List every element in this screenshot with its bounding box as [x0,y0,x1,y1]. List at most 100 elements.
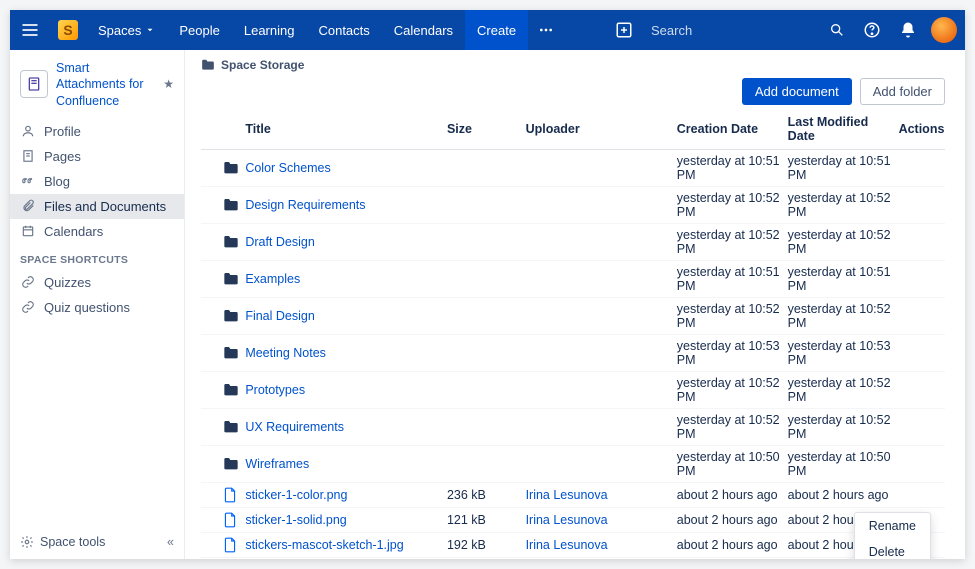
row-modified: yesterday at 10:50 PM [784,446,895,483]
nav-learning[interactable]: Learning [232,10,307,50]
file-table: Title Size Uploader Creation Date Last M… [201,109,945,559]
sidebar-item-label: Blog [44,174,70,189]
shortcut-quizzes[interactable]: Quizzes [10,270,184,295]
file-row[interactable]: sticker-1-solid.png121 kBIrina Lesunovaa… [201,508,945,533]
context-menu-delete[interactable]: Delete [855,539,930,559]
nav-contacts[interactable]: Contacts [306,10,381,50]
link-icon [20,300,36,314]
folder-icon [223,272,237,286]
breadcrumb[interactable]: Space Storage [201,58,945,72]
star-icon[interactable]: ★ [163,77,174,91]
sidebar-item-label: Profile [44,124,81,139]
space-header[interactable]: Smart Attachments for Confluence ★ [10,50,184,119]
row-created: yesterday at 10:52 PM [673,187,784,224]
row-size [443,150,522,187]
col-actions: Actions [895,109,945,150]
folder-icon [223,309,237,323]
file-row[interactable]: sticker-1-color.png236 kBIrina Lesunovaa… [201,483,945,508]
folder-icon [223,457,237,471]
row-uploader[interactable]: Irina Lesunova [526,513,608,527]
help-icon[interactable] [855,13,889,47]
folder-icon [223,420,237,434]
col-title[interactable]: Title [241,109,443,150]
folder-row[interactable]: Prototypesyesterday at 10:52 PMyesterday… [201,372,945,409]
col-modified[interactable]: Last Modified Date [784,109,895,150]
row-created: yesterday at 10:50 PM [673,446,784,483]
row-title[interactable]: sticker-1-color.png [245,488,347,502]
row-created: yesterday at 10:52 PM [673,372,784,409]
row-size [443,224,522,261]
folder-row[interactable]: Final Designyesterday at 10:52 PMyesterd… [201,298,945,335]
folder-row[interactable]: Design Requirements yesterday at 10:52 PM… [201,187,945,224]
add-folder-button[interactable]: Add folder [860,78,945,105]
folder-row[interactable]: Meeting Notesyesterday at 10:53 PMyester… [201,335,945,372]
pages-icon [20,149,36,163]
sidebar-item-files-and-documents[interactable]: Files and Documents [10,194,184,219]
create-button[interactable]: Create [465,10,528,50]
col-created[interactable]: Creation Date [673,109,784,150]
notifications-icon[interactable] [891,13,925,47]
sidebar-item-calendars[interactable]: Calendars [10,219,184,244]
product-logo[interactable]: S [56,18,80,42]
sidebar-item-blog[interactable]: Blog [10,169,184,194]
sidebar-item-pages[interactable]: Pages [10,144,184,169]
row-size [443,187,522,224]
gear-icon [20,535,34,549]
nav-calendars[interactable]: Calendars [382,10,465,50]
row-size: 192 kB [443,533,522,558]
row-created: about 2 hours ago [673,483,784,508]
content-area: Space Storage Add document Add folder Ti… [185,50,965,559]
sidebar-item-label: Files and Documents [44,199,166,214]
row-title[interactable]: Prototypes [245,383,305,397]
row-title[interactable]: Examples [245,272,300,286]
row-title[interactable]: Color Schemes [245,161,330,175]
search-icon[interactable] [829,22,845,38]
col-size[interactable]: Size [443,109,522,150]
folder-row[interactable]: Examplesyesterday at 10:51 PMyesterday a… [201,261,945,298]
nav-spaces[interactable]: Spaces [86,10,167,50]
add-document-button[interactable]: Add document [742,78,852,105]
file-row[interactable]: stickers-mascot-sketch-1.jpg 192 kB Irina … [201,533,945,558]
sidebar-item-profile[interactable]: Profile [10,119,184,144]
collapse-sidebar-icon[interactable]: « [167,535,174,549]
row-created: yesterday at 10:51 PM [673,150,784,187]
row-modified: yesterday at 10:53 PM [784,335,895,372]
row-uploader[interactable]: Irina Lesunova [526,538,608,552]
file-icon [223,537,237,553]
more-nav-icon[interactable] [528,10,564,50]
space-tools-button[interactable]: Space tools [20,535,105,549]
folder-icon [223,383,237,397]
row-title[interactable]: Draft Design [245,235,314,249]
row-size: 502 kB [443,558,522,560]
row-title[interactable]: Wireframes [245,457,309,471]
user-avatar[interactable] [931,17,957,43]
context-menu-rename[interactable]: Rename [855,513,930,539]
row-title[interactable]: Meeting Notes [245,346,326,360]
row-modified: yesterday at 10:51 PM [784,150,895,187]
shortcut-quiz-questions[interactable]: Quiz questions [10,295,184,320]
topbar: S SpacesPeopleLearningContactsCalendars … [10,10,965,50]
folder-row[interactable]: Wireframes yesterday at 10:50 PMyesterday… [201,446,945,483]
row-title[interactable]: UX Requirements [245,420,344,434]
file-row[interactable]: stickers-sketch-1.jpg502 kBIrina Lesunov… [201,558,945,560]
row-uploader[interactable]: Irina Lesunova [526,488,608,502]
nav-people[interactable]: People [167,10,231,50]
app-switcher-icon[interactable] [10,10,50,50]
row-created: about 2 hours ago [673,533,784,558]
row-title[interactable]: sticker-1-solid.png [245,513,346,527]
row-title[interactable]: Design Requirements [245,198,365,212]
folder-row[interactable]: Color Schemes yesterday at 10:51 PMyester… [201,150,945,187]
row-modified: about 2 hours ago [784,483,895,508]
row-title[interactable]: Final Design [245,309,314,323]
sidebar-item-label: Calendars [44,224,103,239]
row-title[interactable]: stickers-mascot-sketch-1.jpg [245,538,403,552]
folder-row[interactable]: UX Requirementsyesterday at 10:52 PMyest… [201,409,945,446]
space-title[interactable]: Smart Attachments for Confluence [56,60,155,109]
folder-row[interactable]: Draft Designyesterday at 10:52 PMyesterd… [201,224,945,261]
search-box[interactable] [643,22,853,38]
quick-create-icon[interactable] [607,13,641,47]
row-modified: yesterday at 10:52 PM [784,224,895,261]
search-input[interactable] [651,23,821,38]
col-uploader[interactable]: Uploader [522,109,673,150]
row-created: about 2 hours ago [673,558,784,560]
